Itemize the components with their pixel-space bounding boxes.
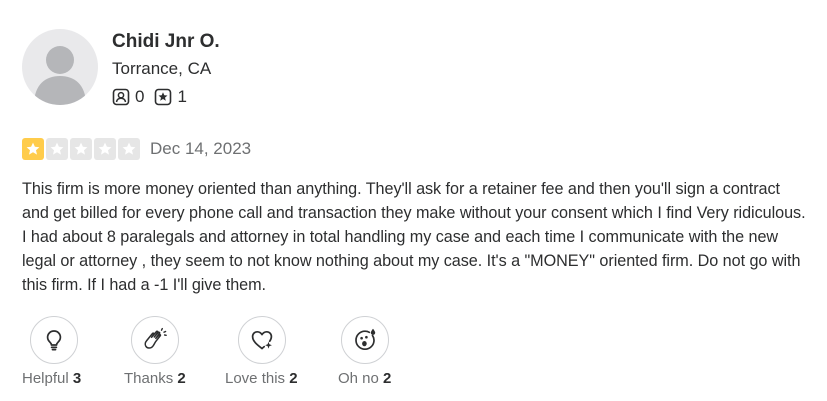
oh-no-label[interactable]: Oh no 2 bbox=[338, 370, 391, 387]
love-this-label[interactable]: Love this 2 bbox=[225, 370, 298, 387]
review-star-icon bbox=[155, 88, 172, 106]
star-empty-icon bbox=[46, 138, 68, 160]
thanks-button[interactable] bbox=[131, 316, 179, 364]
star-empty-icon bbox=[118, 138, 140, 160]
helpful-label[interactable]: Helpful 3 bbox=[22, 370, 81, 387]
friends-stat: 0 bbox=[112, 87, 144, 107]
thanks-count: 2 bbox=[177, 370, 186, 387]
shocked-face-icon bbox=[355, 328, 376, 351]
lightbulb-icon bbox=[46, 330, 62, 351]
oh-no-label-text: Oh no bbox=[338, 370, 379, 387]
heart-sparkle-icon bbox=[251, 330, 273, 350]
review-rating-row: Dec 14, 2023 bbox=[22, 137, 251, 161]
default-avatar-icon bbox=[34, 46, 86, 105]
user-location: Torrance, CA bbox=[112, 59, 212, 78]
reviews-stat: 1 bbox=[154, 87, 187, 107]
clapping-hands-icon bbox=[144, 327, 167, 349]
oh-no-button[interactable] bbox=[341, 316, 389, 364]
star-filled-icon bbox=[22, 138, 44, 160]
thanks-label-text: Thanks bbox=[124, 370, 174, 387]
helpful-button[interactable] bbox=[30, 316, 78, 364]
review-date: Dec 14, 2023 bbox=[150, 139, 252, 158]
helpful-count: 3 bbox=[72, 370, 82, 387]
friends-icon bbox=[112, 88, 130, 106]
user-avatar[interactable] bbox=[22, 29, 98, 105]
love-this-label-text: Love this bbox=[225, 370, 286, 387]
thanks-label[interactable]: Thanks 2 bbox=[124, 370, 186, 387]
star-empty-icon bbox=[70, 138, 92, 160]
star-rating bbox=[22, 138, 140, 160]
helpful-label-text: Helpful bbox=[22, 370, 69, 387]
user-name[interactable]: Chidi Jnr O. bbox=[112, 31, 220, 53]
love-this-button[interactable] bbox=[238, 316, 286, 364]
oh-no-count: 2 bbox=[383, 370, 392, 387]
review-text: This firm is more money oriented than an… bbox=[22, 180, 806, 294]
friends-count: 0 bbox=[135, 87, 145, 106]
love-this-count: 2 bbox=[289, 370, 298, 387]
star-empty-icon bbox=[94, 138, 116, 160]
reviews-count: 1 bbox=[177, 87, 187, 106]
user-stats: 0 1 bbox=[112, 86, 193, 108]
